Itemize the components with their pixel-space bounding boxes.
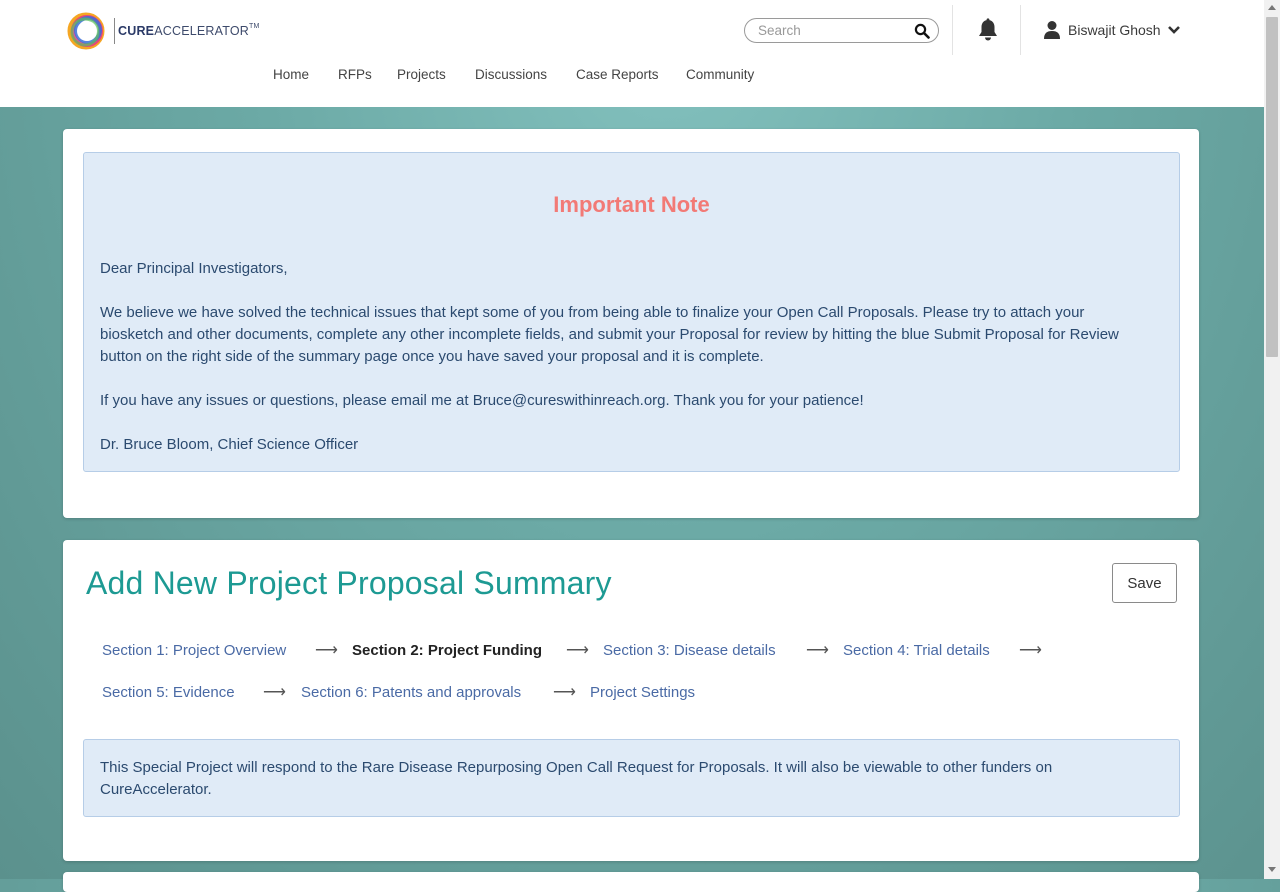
step-arrow: ⟶: [806, 642, 829, 659]
user-menu[interactable]: Biswajit Ghosh: [1043, 19, 1181, 41]
special-project-info: This Special Project will respond to the…: [83, 739, 1180, 817]
chevron-down-icon: [1167, 26, 1180, 34]
important-note-alert: Important Note Dear Principal Investigat…: [83, 152, 1180, 472]
note-contact: If you have any issues or questions, ple…: [100, 392, 864, 409]
nav-home[interactable]: Home: [273, 67, 309, 82]
user-icon: [1044, 21, 1060, 39]
header-divider: [1020, 5, 1021, 55]
logo-wordmark: CUREACCELERATORTM: [118, 23, 260, 38]
note-title: Important Note: [553, 192, 710, 217]
step-section-2[interactable]: Section 2: Project Funding: [352, 641, 542, 661]
scroll-down-icon[interactable]: [1268, 867, 1276, 872]
note-body: We believe we have solved the technical …: [100, 304, 1119, 365]
step-section-1[interactable]: Section 1: Project Overview: [102, 641, 286, 661]
bell-icon[interactable]: [977, 18, 999, 42]
nav-community[interactable]: Community: [686, 67, 754, 82]
next-card: [63, 872, 1199, 892]
step-arrow: ⟶: [315, 642, 338, 659]
logo-divider: [114, 18, 115, 44]
step-section-4[interactable]: Section 4: Trial details: [843, 641, 990, 661]
logo-ring-icon: [67, 12, 105, 50]
scroll-up-icon[interactable]: [1268, 5, 1276, 10]
proposal-card: Add New Project Proposal Summary Save Se…: [63, 540, 1199, 861]
step-project-settings[interactable]: Project Settings: [590, 683, 695, 703]
cureaccelerator-logo[interactable]: CUREACCELERATORTM: [62, 9, 260, 53]
nav-projects[interactable]: Projects: [397, 67, 446, 82]
search-input[interactable]: [758, 22, 908, 39]
nav-discussions[interactable]: Discussions: [475, 67, 547, 82]
important-note-card: Important Note Dear Principal Investigat…: [63, 129, 1199, 518]
note-greeting: Dear Principal Investigators,: [100, 260, 288, 277]
user-name: Biswajit Ghosh: [1068, 22, 1161, 38]
page-title: Add New Project Proposal Summary: [86, 565, 612, 601]
top-header: CUREACCELERATORTM Biswajit Ghosh Home RF…: [0, 0, 1264, 107]
nav-case-reports[interactable]: Case Reports: [576, 67, 659, 82]
step-section-3[interactable]: Section 3: Disease details: [603, 641, 776, 661]
scroll-thumb[interactable]: [1266, 17, 1278, 357]
step-arrow: ⟶: [553, 684, 576, 701]
step-section-5[interactable]: Section 5: Evidence: [102, 683, 235, 703]
step-section-6[interactable]: Section 6: Patents and approvals: [301, 683, 521, 703]
save-button[interactable]: Save: [1112, 563, 1177, 603]
nav-rfps[interactable]: RFPs: [338, 67, 372, 82]
page-scrollbar[interactable]: [1264, 0, 1280, 879]
step-arrow: ⟶: [263, 684, 286, 701]
search-box: [744, 18, 939, 43]
search-icon[interactable]: [914, 23, 930, 39]
step-arrow: ⟶: [566, 642, 589, 659]
header-divider: [952, 5, 953, 55]
note-signature: Dr. Bruce Bloom, Chief Science Officer: [100, 436, 359, 453]
step-arrow: ⟶: [1019, 642, 1042, 659]
